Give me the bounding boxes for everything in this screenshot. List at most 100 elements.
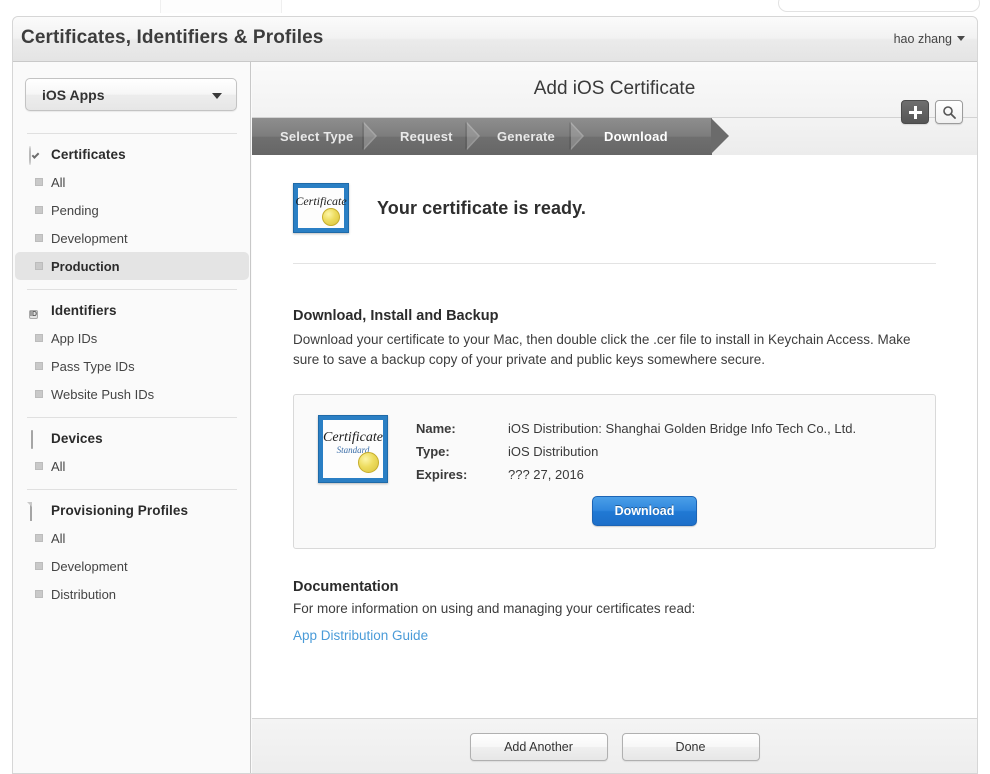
add-another-button[interactable]: Add Another xyxy=(470,733,608,761)
bullet-icon xyxy=(35,206,43,214)
done-button[interactable]: Done xyxy=(622,733,760,761)
sidebar-group-provisioning-profiles: Provisioning Profiles xyxy=(13,496,251,524)
sidebar: iOS Apps Certificates All xyxy=(13,62,251,774)
sidebar-group-label: Provisioning Profiles xyxy=(51,503,188,518)
sidebar-item-profiles-all[interactable]: All xyxy=(15,524,249,552)
sidebar-item-certificates-pending[interactable]: Pending xyxy=(15,196,249,224)
certificate-icon: Certificate xyxy=(293,183,349,233)
app-body: iOS Apps Certificates All xyxy=(13,62,977,774)
field-label: Name: xyxy=(416,421,508,436)
bullet-icon xyxy=(35,234,43,242)
sidebar-item-devices-all[interactable]: All xyxy=(15,452,249,480)
sidebar-item-profiles-distribution[interactable]: Distribution xyxy=(15,580,249,608)
field-value: ??? 27, 2016 xyxy=(508,467,584,482)
sidebar-item-label: All xyxy=(51,175,65,190)
user-menu[interactable]: hao zhang xyxy=(894,32,965,46)
certificate-standard-icon: Certificate Standard xyxy=(318,415,388,483)
team-select-value: iOS Apps xyxy=(42,87,105,103)
browser-tab[interactable] xyxy=(160,0,282,13)
browser-address-bar[interactable] xyxy=(778,0,980,12)
sidebar-item-label: Development xyxy=(51,231,128,246)
bullet-icon xyxy=(35,390,43,398)
sidebar-item-certificates-production[interactable]: Production xyxy=(15,252,249,280)
bullet-icon xyxy=(35,462,43,470)
page-card: Certificates, Identifiers & Profiles hao… xyxy=(12,16,978,774)
user-menu-label: hao zhang xyxy=(894,32,952,46)
sidebar-item-certificates-development[interactable]: Development xyxy=(15,224,249,252)
field-value: iOS Distribution xyxy=(508,444,598,459)
sidebar-item-website-push-ids[interactable]: Website Push IDs xyxy=(15,380,249,408)
sidebar-item-certificates-all[interactable]: All xyxy=(15,168,249,196)
device-icon xyxy=(29,431,43,445)
sidebar-item-label: All xyxy=(51,459,65,474)
sidebar-group-certificates: Certificates xyxy=(13,140,251,168)
step-label: Request xyxy=(400,129,453,144)
certificate-ready-heading: Your certificate is ready. xyxy=(377,198,586,219)
step-select-type[interactable]: Select Type xyxy=(280,118,354,155)
search-icon xyxy=(942,105,956,119)
certificate-ready-banner: Certificate Your certificate is ready. xyxy=(293,155,936,233)
sidebar-group-label: Devices xyxy=(51,431,103,446)
main-panel: Add iOS Certificate xyxy=(252,62,977,774)
certificate-card: Certificate Standard Name: iOS Distribut… xyxy=(293,394,936,549)
sidebar-nav: Certificates All Pending Development xyxy=(13,124,251,608)
step-generate[interactable]: Generate xyxy=(497,118,555,155)
divider xyxy=(27,289,237,290)
sidebar-item-profiles-development[interactable]: Development xyxy=(15,552,249,580)
step-bar: Select Type Request Generate Download xyxy=(252,118,977,155)
sidebar-item-label: App IDs xyxy=(51,331,97,346)
seal-icon xyxy=(322,208,340,226)
certificate-check-icon xyxy=(29,147,43,161)
browser-chrome xyxy=(0,0,990,16)
sidebar-item-label: Pending xyxy=(51,203,99,218)
bullet-icon xyxy=(35,534,43,542)
seal-icon xyxy=(358,452,379,473)
sidebar-item-label: All xyxy=(51,531,65,546)
sidebar-group-identifiers: ID Identifiers xyxy=(13,296,251,324)
main-content: Certificate Your certificate is ready. D… xyxy=(252,155,977,718)
step-label: Download xyxy=(604,129,668,144)
add-button[interactable] xyxy=(901,100,929,124)
plus-icon xyxy=(909,106,922,119)
step-download[interactable]: Download xyxy=(604,118,668,155)
team-select[interactable]: iOS Apps xyxy=(25,78,237,111)
bullet-icon xyxy=(35,334,43,342)
download-section-body: Download your certificate to your Mac, t… xyxy=(293,330,918,370)
chevron-right-icon xyxy=(362,118,382,155)
field-label: Type: xyxy=(416,444,508,459)
page-title: Certificates, Identifiers & Profiles xyxy=(21,27,323,49)
divider xyxy=(27,417,237,418)
sidebar-item-pass-type-ids[interactable]: Pass Type IDs xyxy=(15,352,249,380)
app-distribution-guide-link[interactable]: App Distribution Guide xyxy=(293,628,428,643)
field-row-type: Type: iOS Distribution xyxy=(416,444,911,459)
id-badge-icon: ID xyxy=(29,303,43,317)
documentation-heading: Documentation xyxy=(293,579,936,595)
download-section-heading: Download, Install and Backup xyxy=(293,308,936,324)
sidebar-item-label: Website Push IDs xyxy=(51,387,154,402)
sidebar-item-label: Production xyxy=(51,259,120,274)
sidebar-group-devices: Devices xyxy=(13,424,251,452)
main-toolbar xyxy=(901,100,963,124)
app-header: Certificates, Identifiers & Profiles hao… xyxy=(13,17,977,62)
sidebar-item-label: Development xyxy=(51,559,128,574)
main-title: Add iOS Certificate xyxy=(252,78,977,100)
step-label: Select Type xyxy=(280,129,354,144)
field-row-expires: Expires: ??? 27, 2016 xyxy=(416,467,911,482)
certificate-icon-text: Certificate xyxy=(294,195,348,207)
download-button[interactable]: Download xyxy=(592,496,698,526)
certificate-fields: Name: iOS Distribution: Shanghai Golden … xyxy=(416,415,911,490)
search-button[interactable] xyxy=(935,100,963,124)
bullet-icon xyxy=(35,590,43,598)
chevron-down-icon xyxy=(957,36,965,41)
sidebar-group-label: Certificates xyxy=(51,147,126,162)
sidebar-item-app-ids[interactable]: App IDs xyxy=(15,324,249,352)
step-request[interactable]: Request xyxy=(400,118,453,155)
divider xyxy=(27,133,237,134)
chevron-down-icon xyxy=(212,93,222,99)
document-icon xyxy=(29,503,43,517)
bullet-icon xyxy=(35,178,43,186)
field-value: iOS Distribution: Shanghai Golden Bridge… xyxy=(508,421,856,436)
chevron-right-icon xyxy=(465,118,485,155)
app-screen: Certificates, Identifiers & Profiles hao… xyxy=(0,0,990,774)
documentation-body: For more information on using and managi… xyxy=(293,601,936,616)
